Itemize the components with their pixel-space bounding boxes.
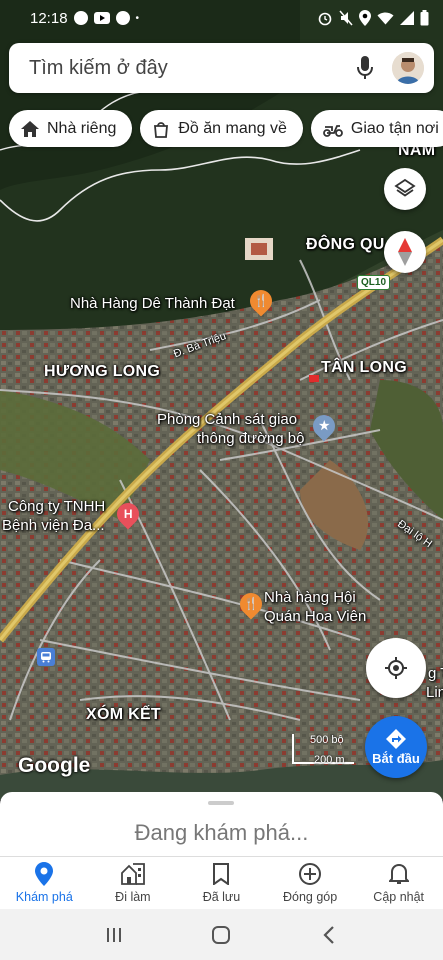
youtube-icon — [93, 12, 110, 24]
explore-sheet[interactable]: Đang khám phá... — [0, 792, 443, 856]
nav-label: Khám phá — [15, 890, 73, 904]
poi-label-right-edge-line2: Linh — [426, 684, 443, 701]
status-time: 12:18 — [30, 9, 68, 27]
location-icon — [359, 10, 371, 26]
commute-icon — [120, 862, 146, 886]
my-location-icon — [385, 657, 407, 679]
nav-commute[interactable]: Đi làm — [89, 857, 178, 909]
chip-label: Giao tận nơi — [350, 119, 439, 137]
recent-apps-button[interactable] — [94, 920, 134, 950]
directions-icon — [386, 729, 406, 749]
highway-shield-ql10: QL10 — [357, 275, 391, 290]
scale-imperial-label: 500 bộ — [310, 734, 344, 746]
system-navigation-bar — [0, 909, 443, 960]
signal-icon — [400, 11, 414, 25]
recent-apps-icon — [106, 927, 121, 942]
poi-label-cong-ty-line2[interactable]: Bệnh viện Đa... — [2, 517, 105, 534]
bottom-navigation: Khám phá Đi làm Đã lưu Đóng góp Cập nhật — [0, 856, 443, 909]
area-label-dong-quang: ĐÔNG QU — [306, 236, 385, 253]
nav-contribute[interactable]: Đóng góp — [266, 857, 355, 909]
area-label-tan-long: TÂN LONG — [321, 359, 407, 376]
mute-icon — [339, 10, 353, 26]
compass-icon — [398, 238, 412, 266]
google-logo: Google — [18, 754, 91, 777]
explore-pin-icon — [35, 862, 54, 886]
nav-label: Đóng góp — [282, 890, 338, 904]
layers-button[interactable] — [384, 168, 426, 210]
avatar[interactable] — [392, 52, 424, 84]
add-circle-icon — [298, 862, 322, 886]
poi-label-hoi-quan-line2[interactable]: Quán Hoa Viên — [264, 608, 366, 625]
search-bar[interactable]: Tìm kiếm ở đây — [9, 43, 434, 93]
area-label-xom-ket: XÓM KẾT — [86, 706, 161, 723]
nav-saved[interactable]: Đã lưu — [177, 857, 266, 909]
sheet-drag-handle[interactable] — [208, 801, 234, 805]
map-scale: 500 bộ 200 m — [292, 734, 354, 766]
poi-label-nha-hang-de[interactable]: Nhà Hàng Dê Thành Đạt — [70, 295, 235, 312]
chip-takeout[interactable]: Đồ ăn mang về — [140, 110, 303, 147]
home-icon — [21, 120, 39, 137]
chip-label: Nhà riêng — [47, 119, 117, 137]
start-directions-button[interactable]: Bắt đầu — [365, 716, 427, 778]
dot-icon: • — [135, 12, 140, 24]
layers-icon — [394, 178, 416, 197]
nav-updates[interactable]: Cập nhật — [354, 857, 443, 909]
poi-label-canh-sat-line2[interactable]: thông đường bộ — [197, 430, 304, 447]
nav-label: Đi làm — [115, 890, 151, 904]
home-button[interactable] — [201, 920, 241, 950]
back-chevron-icon — [323, 925, 334, 944]
nav-explore[interactable]: Khám phá — [0, 857, 89, 909]
sheet-title: Đang khám phá... — [134, 820, 309, 845]
compass-button[interactable] — [384, 231, 426, 273]
facebook-icon — [115, 11, 130, 25]
chip-home[interactable]: Nhà riêng — [9, 110, 133, 147]
bus-stop-icon[interactable] — [37, 648, 55, 666]
poi-label-cong-ty-line1[interactable]: Công ty TNHH — [8, 498, 105, 515]
battery-icon — [420, 10, 429, 26]
facebook-icon — [73, 11, 88, 25]
area-label-huong-long: HƯƠNG LONG — [44, 363, 161, 380]
quick-chips: Nhà riêng Đồ ăn mang về Giao tận nơi — [9, 110, 443, 147]
status-bar: 12:18 • — [0, 0, 443, 36]
chip-delivery[interactable]: Giao tận nơi — [310, 110, 443, 147]
scale-metric-label: 200 m — [314, 754, 345, 766]
chip-label: Đồ ăn mang về — [178, 119, 287, 137]
bell-icon — [388, 862, 409, 886]
poi-label-hoi-quan-line1[interactable]: Nhà hàng Hội — [264, 589, 356, 606]
alarm-icon — [318, 12, 332, 26]
poi-label-canh-sat-line1[interactable]: Phòng Cảnh sát giao — [157, 411, 297, 428]
my-location-button[interactable] — [366, 638, 426, 698]
takeout-bag-icon — [152, 120, 170, 138]
wifi-icon — [377, 12, 394, 25]
delivery-scooter-icon — [322, 121, 343, 137]
nav-label: Cập nhật — [373, 890, 425, 904]
home-circle-icon — [212, 925, 231, 944]
mic-icon[interactable] — [348, 51, 382, 85]
directions-label: Bắt đầu — [372, 751, 420, 766]
bookmark-icon — [213, 862, 230, 886]
back-button[interactable] — [309, 920, 349, 950]
search-placeholder[interactable]: Tìm kiếm ở đây — [29, 57, 348, 80]
poi-label-right-edge-line1: g T — [428, 665, 443, 682]
nav-label: Đã lưu — [202, 890, 241, 904]
